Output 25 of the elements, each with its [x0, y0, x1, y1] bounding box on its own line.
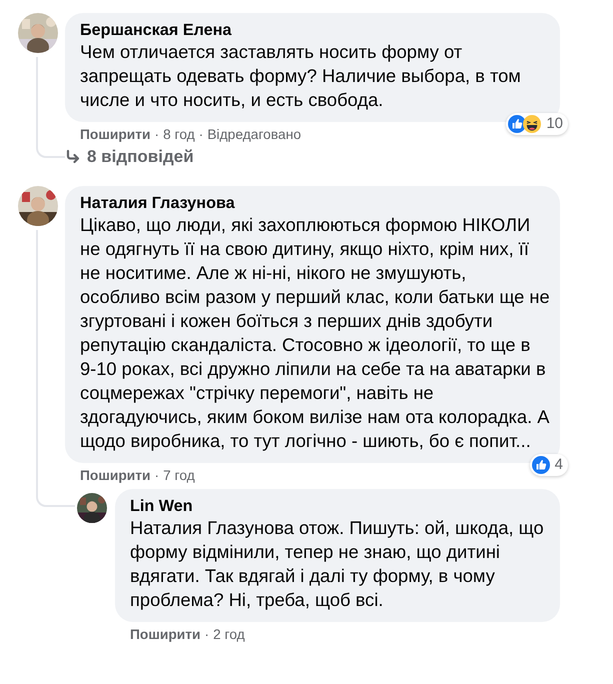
share-link[interactable]: Поширити — [80, 467, 150, 485]
author-name[interactable]: Бершанская Елена — [80, 21, 232, 40]
view-replies-link[interactable]: 8 відповідей — [65, 145, 194, 169]
separator-dot: · — [204, 626, 210, 644]
separator-dot: · — [198, 126, 204, 144]
time-link[interactable]: 8 год — [163, 126, 195, 144]
reaction-count: 10 — [546, 115, 563, 133]
author-name[interactable]: Наталия Глазунова — [80, 194, 235, 213]
edited-label[interactable]: Відредаговано — [207, 126, 301, 144]
comment-text: Чем отличается заставлять носить форму от запрещать одевать форму? Наличие выбора, в том числе и что носить, и есть свобода. — [80, 40, 522, 112]
share-link[interactable]: Поширити — [80, 126, 150, 144]
reply-arrow-icon — [65, 149, 81, 165]
reaction-badge[interactable]: 10 — [506, 113, 568, 135]
reaction-badge[interactable]: 4 — [530, 454, 568, 476]
time-link[interactable]: 7 год — [163, 467, 195, 485]
share-link[interactable]: Поширити — [130, 626, 200, 644]
reaction-count: 4 — [554, 456, 563, 474]
laughing-emoji-icon — [523, 115, 542, 133]
comment-text: Цікаво, що люди, які захоплюються формою НІКОЛИ не одягнуть її на свою дитину, якщо ніхто, крім них, її не носитиме. Але ж ні-ні, нікого не змушують, особливо всім разом у перший клас, коли батьки ще не згуртовані і кожен боїться з перших днів здобути репутацію скандаліста. Стосовно ж ідеології, то ще в 9-10 роках, всі дружно ліпили на себе та на аватарки в соцмережах "стрічку перемоги", навіть не здогадуючись, яким боком вилізе нам ота колорадка. А щодо виробника, то тут логічно - шиють, бо є попит... — [80, 213, 550, 453]
author-name[interactable]: Lin Wen — [130, 497, 193, 516]
time-link[interactable]: 2 год — [213, 626, 245, 644]
comment-text: Наталия Глазунова отож. Пишуть: ой, шкода, що форму відмінили, тепер не знаю, що дитині вдягати. Так вдягай і далі ту форму, в чому проблема? Ні, треба, щоб всі. — [130, 516, 545, 612]
separator-dot: · — [154, 126, 160, 144]
separator-dot: · — [154, 467, 160, 485]
like-icon — [532, 456, 550, 474]
